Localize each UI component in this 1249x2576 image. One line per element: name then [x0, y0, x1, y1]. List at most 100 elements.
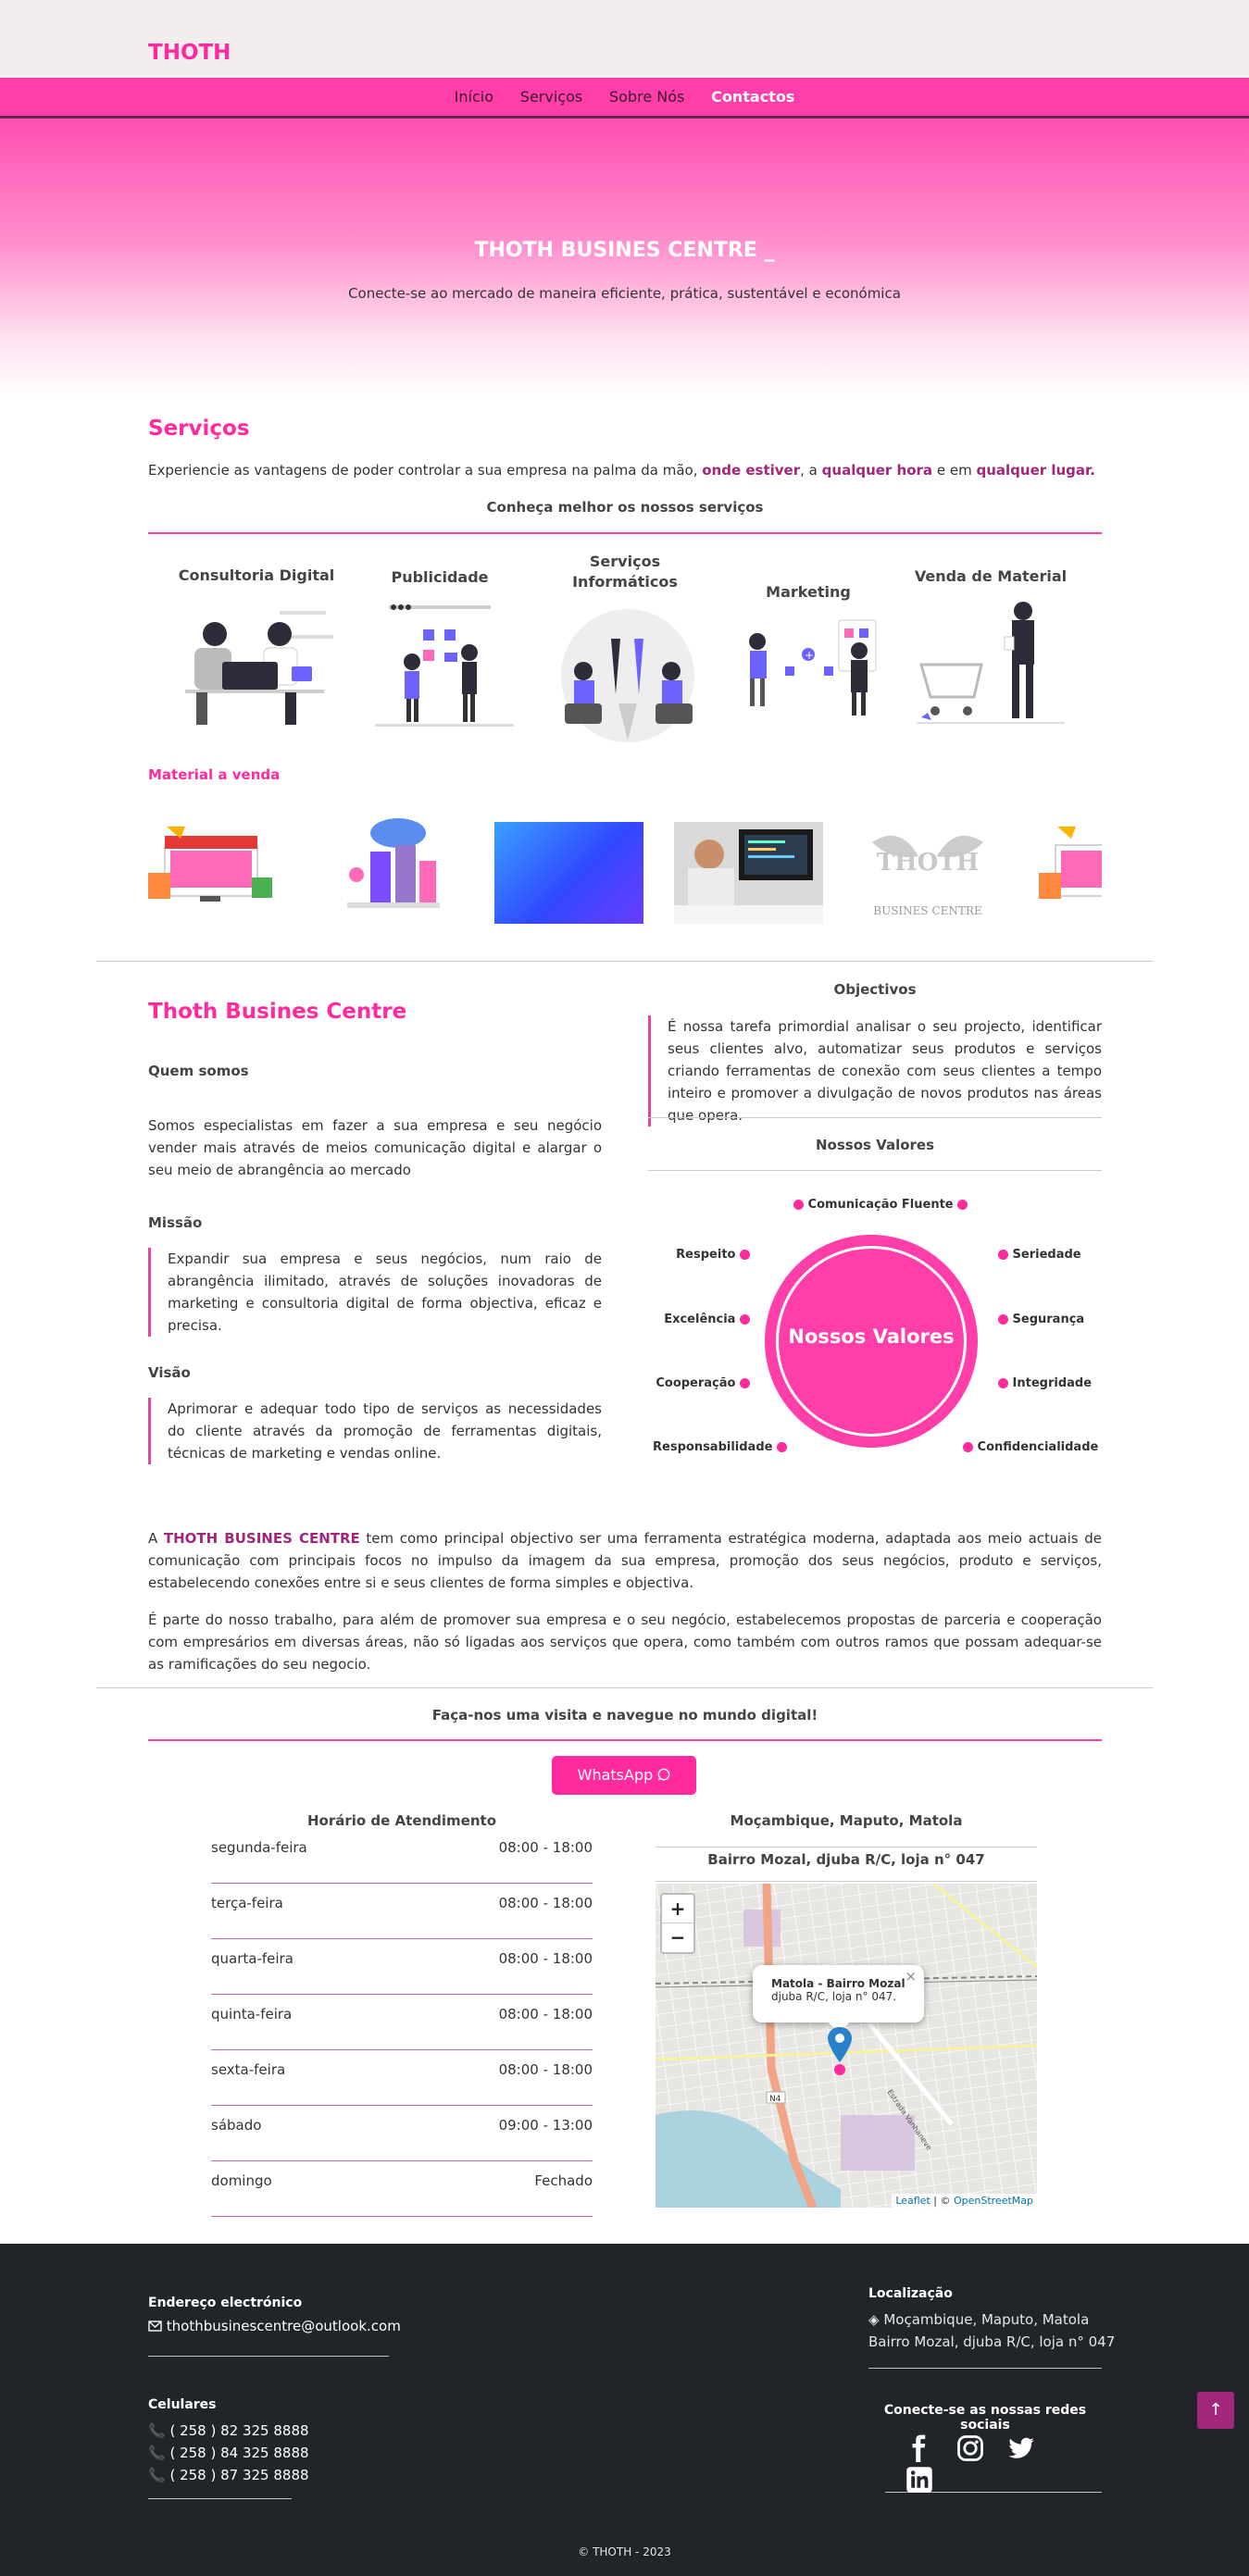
value-responsabilidade: Responsabilidade: [648, 1440, 787, 1454]
publicidade-illustration[interactable]: [366, 602, 523, 731]
divider: [656, 1881, 1037, 1882]
location-footer-title: Localização: [868, 2286, 953, 2301]
divider: [648, 1117, 1102, 1118]
values-circle-label: Nossos Valores: [788, 1325, 955, 1348]
svg-text:BUSINES CENTRE: BUSINES CENTRE: [873, 904, 981, 917]
value-seguranca: Segurança: [998, 1313, 1084, 1326]
map-marker-icon[interactable]: [828, 2027, 852, 2075]
hero-subtitle: Conecte-se ao mercado de maneira eficien…: [348, 285, 901, 302]
about-paragraph-1: A THOTH BUSINES CENTRE tem como principa…: [148, 1530, 1102, 1591]
social-title: Conecte-se as nossas redes sociais: [883, 2403, 1087, 2433]
material-heading: Material a venda: [148, 766, 281, 783]
arrow-up-icon: ↑: [1208, 2400, 1223, 2420]
hours-row: segunda-feira 08:00 - 18:00: [211, 1828, 593, 1884]
material-shop-image-2[interactable]: [1037, 822, 1102, 924]
objectives-title: Objectivos: [833, 981, 917, 998]
services-intro: Experiencie as vantagens de poder contro…: [148, 462, 1095, 479]
vision-text: Aprimorar e adequar todo tipo de serviço…: [148, 1398, 602, 1464]
nav-servicos[interactable]: Serviços: [520, 78, 582, 117]
consultoria-illustration[interactable]: [176, 602, 343, 731]
nav-contactos[interactable]: Contactos: [711, 78, 794, 117]
venda-material-illustration[interactable]: [917, 600, 1074, 729]
phones-title: Celulares: [148, 2397, 217, 2412]
section-divider: [96, 961, 1153, 962]
nav-sobre-nos[interactable]: Sobre Nós: [609, 78, 684, 117]
phone-icon: 📞: [148, 2422, 166, 2439]
hours-row: sábado 09:00 - 13:00: [211, 2106, 593, 2161]
main-nav: Início Serviços Sobre Nós Contactos: [0, 78, 1249, 118]
phone-line[interactable]: 📞 ( 258 ) 82 325 8888: [148, 2420, 309, 2442]
email-line[interactable]: thothbusinescentre@outlook.com: [148, 2318, 401, 2334]
zoom-out-button[interactable]: −: [662, 1923, 693, 1952]
marketing-illustration[interactable]: +: [730, 616, 887, 731]
highlight-onde-estiver: onde estiver: [702, 462, 801, 479]
brand-logo[interactable]: THOTH: [148, 41, 231, 65]
leaflet-link[interactable]: Leaflet: [895, 2195, 930, 2207]
material-shop-image[interactable]: [148, 822, 283, 924]
value-confidencialidade: Confidencialidade: [963, 1440, 1098, 1454]
facebook-icon[interactable]: [906, 2434, 933, 2462]
values-circle: Nossos Valores: [765, 1235, 978, 1448]
phone-line[interactable]: 📞 ( 258 ) 84 325 8888: [148, 2442, 309, 2464]
social-links: [896, 2434, 1081, 2497]
objectives-text: É nossa tarefa primordial analisar o seu…: [648, 1015, 1102, 1126]
hours-row: quarta-feira 08:00 - 18:00: [211, 1939, 593, 1995]
location-subtitle: Bairro Mozal, djuba R/C, loja n° 047: [707, 1851, 985, 1868]
value-respeito: Respeito: [648, 1248, 750, 1262]
copyright: © THOTH - 2023: [578, 2545, 671, 2558]
material-computer-photo[interactable]: [674, 822, 823, 924]
service-title-consultoria: Consultoria Digital: [178, 566, 335, 584]
values-title: Nossos Valores: [815, 1137, 935, 1153]
who-title: Quem somos: [148, 1063, 249, 1079]
map-zoom-control: + −: [660, 1893, 695, 1954]
highlight-qualquer-lugar: qualquer lugar.: [976, 462, 1095, 479]
section-divider: [96, 1687, 1153, 1688]
value-excelencia: Excelência: [648, 1313, 750, 1326]
footer: Endereço electrónico thothbusinescentre@…: [0, 2244, 1249, 2576]
phone-line[interactable]: 📞 ( 258 ) 87 325 8888: [148, 2464, 309, 2486]
map-attribution: Leaflet | © OpenStreetMap: [892, 2194, 1037, 2208]
instagram-icon[interactable]: [956, 2434, 984, 2462]
email-address[interactable]: thothbusinescentre@outlook.com: [167, 2318, 401, 2334]
divider: [148, 2356, 389, 2357]
phone-icon: 📞: [148, 2445, 166, 2461]
twitter-icon[interactable]: [1007, 2434, 1035, 2462]
services-subheading: Conheça melhor os nossos serviços: [486, 499, 764, 516]
location-title: Moçambique, Maputo, Matola: [730, 1812, 963, 1829]
service-title-venda-material: Venda de Material: [914, 567, 1068, 585]
map-popup-close-button[interactable]: ×: [905, 1968, 917, 1985]
divider: [868, 2368, 1102, 2369]
informaticos-illustration[interactable]: [546, 602, 708, 750]
map-popup: Matola - Bairro Mozal djuba R/C, loja n°…: [753, 1965, 924, 2034]
value-seriedade: Seriedade: [998, 1248, 1081, 1262]
value-comunicacao: Comunicação Fluente: [793, 1198, 968, 1212]
contact-heading: Faça-nos uma visita e navegue no mundo d…: [431, 1707, 818, 1724]
divider: [656, 1847, 1037, 1848]
phones-list: 📞 ( 258 ) 82 325 8888 📞 ( 258 ) 84 325 8…: [148, 2420, 309, 2486]
linkedin-icon[interactable]: [906, 2466, 933, 2494]
material-cloud-image[interactable]: [329, 810, 458, 926]
zoom-in-button[interactable]: +: [662, 1895, 693, 1923]
map-popup-text: djuba R/C, loja n° 047.: [771, 1990, 897, 2003]
whatsapp-icon: [657, 1768, 670, 1781]
nav-inicio[interactable]: Início: [455, 78, 493, 117]
hours-title: Horário de Atendimento: [306, 1812, 497, 1829]
mission-title: Missão: [148, 1214, 203, 1231]
location-footer-text: ◈ Moçambique, Maputo, Matola Bairro Moza…: [868, 2311, 1116, 2350]
hero-title: THOTH BUSINES CENTRE _: [474, 239, 775, 262]
value-integridade: Integridade: [998, 1376, 1092, 1390]
osm-link[interactable]: OpenStreetMap: [954, 2195, 1033, 2207]
location-map[interactable]: N4 Estrada Vanhaneve + − Matola - Bairro…: [656, 1884, 1037, 2208]
material-thoth-logo-image[interactable]: THOTH BUSINES CENTRE: [854, 819, 1002, 926]
material-blue-abstract-image[interactable]: [494, 822, 643, 924]
directions-icon: ◈: [868, 2311, 880, 2328]
highlight-qualquer-hora: qualquer hora: [821, 462, 933, 479]
svg-text:+: +: [805, 649, 814, 662]
brand-highlight: THOTH BUSINES CENTRE: [163, 1530, 360, 1547]
service-title-publicidade: Publicidade: [391, 568, 489, 586]
back-to-top-button[interactable]: ↑: [1197, 2392, 1234, 2429]
whatsapp-button[interactable]: WhatsApp: [552, 1756, 696, 1795]
value-cooperacao: Cooperação: [648, 1376, 750, 1390]
who-text: Somos especialistas em fazer a sua empre…: [148, 1117, 602, 1178]
svg-text:N4: N4: [769, 2095, 781, 2104]
